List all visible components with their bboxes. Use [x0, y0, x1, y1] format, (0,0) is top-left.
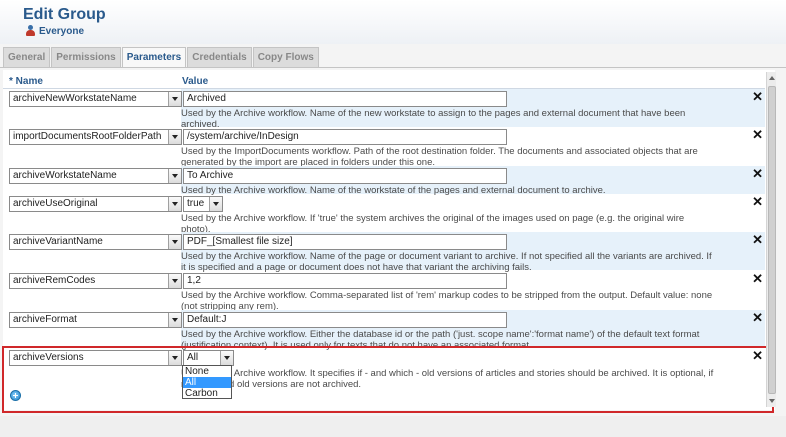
remove-parameter-close-icon[interactable]: ✕	[752, 90, 763, 103]
chevron-down-icon[interactable]	[168, 130, 181, 144]
remove-parameter-close-icon[interactable]: ✕	[752, 272, 763, 285]
remove-parameter-close-icon[interactable]: ✕	[752, 128, 763, 141]
parameter-name-select[interactable]: importDocumentsRootFolderPath	[9, 129, 182, 145]
parameter-name-select[interactable]: archiveUseOriginal	[9, 196, 182, 212]
parameter-name-select[interactable]: archiveNewWorkstateName	[9, 91, 182, 107]
chevron-down-icon[interactable]	[168, 235, 181, 249]
chevron-down-icon[interactable]	[168, 169, 181, 183]
dropdown-option-carbon[interactable]: Carbon	[183, 388, 231, 399]
parameter-description: Used by the Archive workflow. Name of th…	[181, 251, 712, 273]
chevron-down-icon[interactable]	[168, 92, 181, 106]
tab-copy-flows[interactable]: Copy Flows	[252, 47, 319, 67]
scroll-thumb[interactable]	[768, 86, 776, 394]
tab-general[interactable]: General	[3, 47, 51, 67]
parameter-description: Used by the ImportDocuments workflow. Pa…	[181, 146, 698, 168]
parameter-row: archiveVariantName PDF_[Smallest file si…	[7, 232, 767, 273]
name-column-header: * Name	[9, 76, 43, 87]
parameter-row: archiveNewWorkstateName Archived Used by…	[7, 89, 767, 130]
user-group-icon	[25, 25, 36, 37]
chevron-down-icon[interactable]	[168, 197, 181, 211]
parameter-value-input[interactable]: PDF_[Smallest file size]	[183, 234, 507, 250]
chevron-down-icon[interactable]	[209, 197, 222, 211]
chevron-down-icon[interactable]	[168, 274, 181, 288]
parameter-name-select[interactable]: archiveFormat	[9, 312, 182, 328]
parameter-row: archiveFormat Default:J Used by the Arch…	[7, 310, 767, 351]
parameter-value-input[interactable]: 1,2	[183, 273, 507, 289]
versions-dropdown-list[interactable]: None All Carbon	[182, 365, 232, 399]
dropdown-option-none[interactable]: None	[183, 366, 231, 377]
tab-divider	[0, 67, 786, 68]
parameter-value-input[interactable]: /system/archive/InDesign	[183, 129, 507, 145]
page-title: Edit Group	[23, 6, 106, 23]
vertical-scrollbar[interactable]	[766, 72, 776, 407]
tab-credentials[interactable]: Credentials	[187, 47, 252, 67]
remove-parameter-close-icon[interactable]: ✕	[752, 311, 763, 324]
dropdown-option-all[interactable]: All	[183, 377, 231, 388]
parameter-row: archiveUseOriginal true Used by the Arch…	[7, 194, 767, 235]
parameter-name-select[interactable]: archiveWorkstateName	[9, 168, 182, 184]
parameter-description: Used by the Archive workflow. Comma-sepa…	[181, 290, 713, 312]
tab-bar: General Permissions Parameters Credentia…	[3, 47, 319, 68]
remove-parameter-close-icon[interactable]: ✕	[752, 195, 763, 208]
highlight-annotation	[2, 346, 774, 413]
scroll-down-arrow-icon[interactable]	[768, 396, 776, 406]
parameter-value-input[interactable]: To Archive	[183, 168, 507, 184]
header: Edit Group Everyone	[0, 0, 786, 44]
scroll-up-arrow-icon[interactable]	[768, 73, 776, 83]
tab-parameters[interactable]: Parameters	[121, 47, 187, 68]
remove-parameter-close-icon[interactable]: ✕	[752, 233, 763, 246]
parameter-row: importDocumentsRootFolderPath /system/ar…	[7, 127, 767, 168]
parameter-value-input[interactable]: Archived	[183, 91, 507, 107]
parameter-name-select[interactable]: archiveVariantName	[9, 234, 182, 250]
group-subtitle: Everyone	[25, 25, 84, 37]
parameter-row: archiveWorkstateName To Archive Used by …	[7, 166, 767, 196]
value-column-header: Value	[182, 76, 209, 87]
add-parameter-plus-icon[interactable]	[10, 390, 21, 401]
footer-area	[0, 416, 786, 437]
parameter-row: archiveRemCodes 1,2 Used by the Archive …	[7, 271, 767, 312]
parameter-value-select[interactable]: true	[183, 196, 223, 212]
remove-parameter-close-icon[interactable]: ✕	[752, 167, 763, 180]
parameter-value-input[interactable]: Default:J	[183, 312, 507, 328]
tab-permissions[interactable]: Permissions	[51, 47, 121, 67]
parameter-name-select[interactable]: archiveRemCodes	[9, 273, 182, 289]
group-name: Everyone	[39, 25, 85, 37]
chevron-down-icon[interactable]	[168, 313, 181, 327]
